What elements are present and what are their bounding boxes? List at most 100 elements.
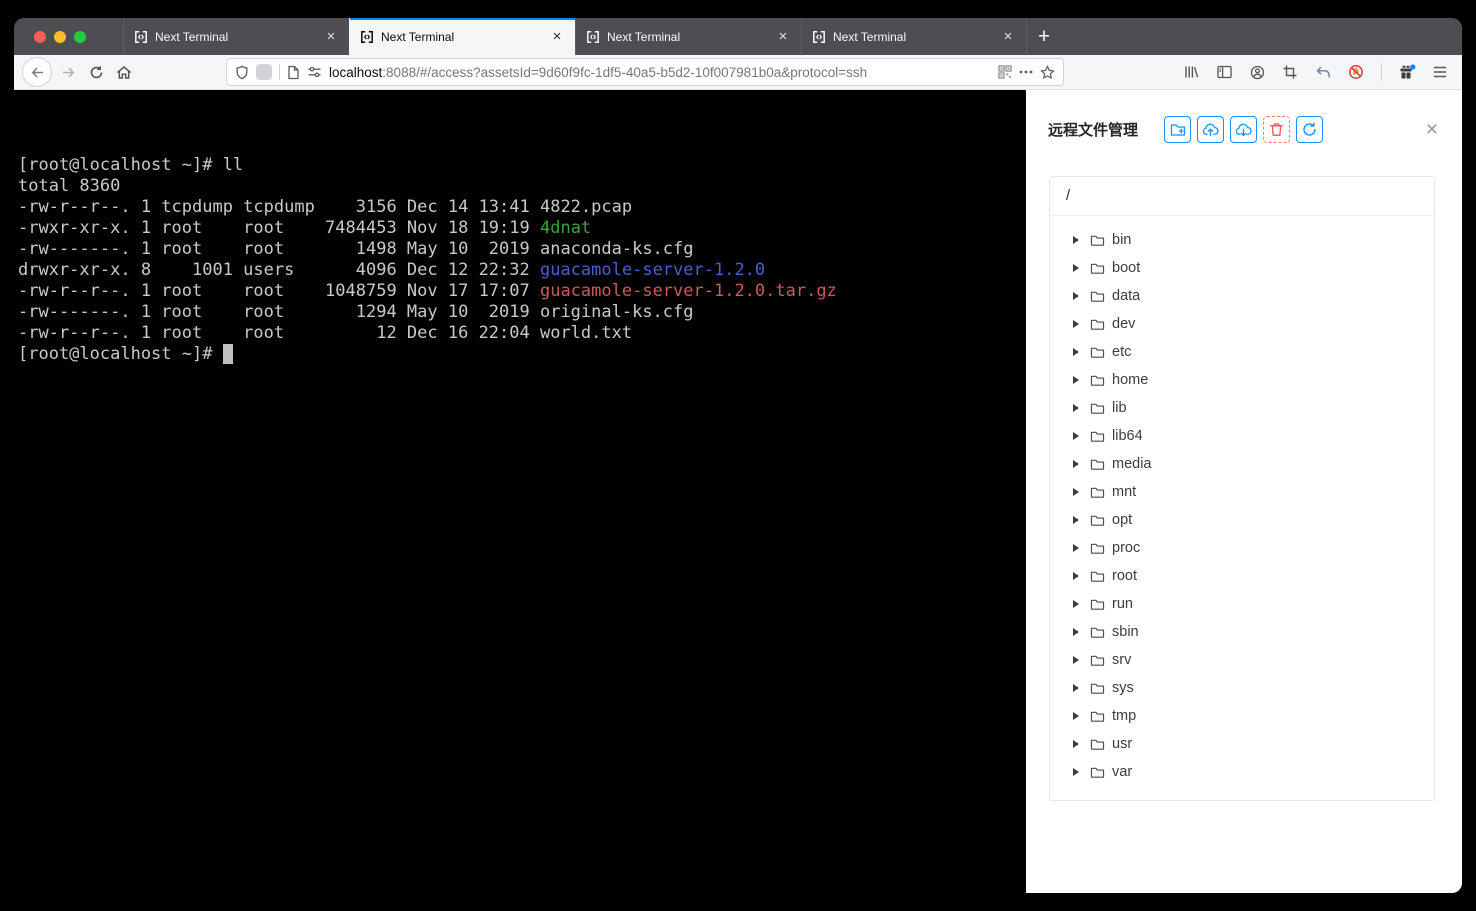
expand-caret-icon[interactable] (1064, 432, 1088, 440)
expand-caret-icon[interactable] (1064, 628, 1088, 636)
folder-name: dev (1112, 316, 1135, 332)
tree-item-sbin[interactable]: sbin (1050, 618, 1434, 646)
library-button[interactable] (1177, 58, 1205, 86)
back-button[interactable] (22, 57, 52, 87)
page-icon[interactable] (287, 65, 300, 80)
tree-item-dev[interactable]: dev (1050, 310, 1434, 338)
expand-caret-icon[interactable] (1064, 488, 1088, 496)
tab-bar: Next Terminal × Next Terminal × (14, 18, 1462, 55)
tree-item-root[interactable]: root (1050, 562, 1434, 590)
expand-caret-icon[interactable] (1064, 376, 1088, 384)
tree-item-home[interactable]: home (1050, 366, 1434, 394)
expand-caret-icon[interactable] (1064, 572, 1088, 580)
tree-item-lib64[interactable]: lib64 (1050, 422, 1434, 450)
tree-item-sys[interactable]: sys (1050, 674, 1434, 702)
url-host: localhost (329, 65, 382, 80)
folder-name: srv (1112, 652, 1131, 668)
expand-caret-icon[interactable] (1064, 236, 1088, 244)
permissions-icon[interactable] (307, 65, 322, 79)
tree-item-usr[interactable]: usr (1050, 730, 1434, 758)
new-folder-button[interactable] (1164, 116, 1191, 143)
expand-caret-icon[interactable] (1064, 404, 1088, 412)
tree-item-proc[interactable]: proc (1050, 534, 1434, 562)
browser-tab[interactable]: Next Terminal × (801, 18, 1027, 55)
page-actions-icon[interactable] (1019, 70, 1033, 74)
blocked-button[interactable] (1342, 58, 1370, 86)
forward-button[interactable] (54, 58, 82, 86)
tree-item-tmp[interactable]: tmp (1050, 702, 1434, 730)
folder-name: data (1112, 288, 1140, 304)
browser-tab[interactable]: Next Terminal × (349, 18, 575, 55)
expand-caret-icon[interactable] (1064, 320, 1088, 328)
download-button[interactable] (1230, 116, 1257, 143)
remote-file-manager-panel: 远程文件管理 × / (1026, 90, 1462, 893)
expand-caret-icon[interactable] (1064, 292, 1088, 300)
panel-close-icon[interactable]: × (1426, 121, 1438, 139)
tree-item-boot[interactable]: boot (1050, 254, 1434, 282)
folder-icon (1090, 262, 1105, 275)
current-path[interactable]: / (1050, 177, 1434, 216)
expand-caret-icon[interactable] (1064, 740, 1088, 748)
expand-caret-icon[interactable] (1064, 516, 1088, 524)
tree-item-etc[interactable]: etc (1050, 338, 1434, 366)
undo-icon (1316, 66, 1331, 79)
back-icon (30, 65, 45, 80)
shield-icon[interactable] (235, 65, 249, 80)
minimize-window-button[interactable] (54, 31, 66, 43)
expand-caret-icon[interactable] (1064, 264, 1088, 272)
folder-icon (1090, 766, 1105, 779)
extension-button[interactable] (1393, 58, 1421, 86)
tab-title: Next Terminal (381, 30, 542, 44)
ssh-terminal[interactable]: [root@localhost ~]# lltotal 8360-rw-r--r… (14, 90, 1026, 893)
tab-close-icon[interactable]: × (1000, 30, 1016, 44)
browser-tab[interactable]: Next Terminal × (575, 18, 801, 55)
terminal-line: [root@localhost ~]# (18, 344, 1026, 365)
menu-icon (1433, 66, 1447, 78)
tree-item-mnt[interactable]: mnt (1050, 478, 1434, 506)
terminal-line: -rw-r--r--. 1 root root 12 Dec 16 22:04 … (18, 323, 1026, 344)
expand-caret-icon[interactable] (1064, 768, 1088, 776)
url-bar[interactable]: localhost:8088/#/access?assetsId=9d60f9f… (226, 58, 1064, 86)
expand-caret-icon[interactable] (1064, 656, 1088, 664)
tree-item-lib[interactable]: lib (1050, 394, 1434, 422)
expand-caret-icon[interactable] (1064, 712, 1088, 720)
tree-item-media[interactable]: media (1050, 450, 1434, 478)
expand-caret-icon[interactable] (1064, 684, 1088, 692)
close-window-button[interactable] (34, 31, 46, 43)
screenshot-icon (1283, 65, 1297, 79)
sidebar-button[interactable] (1210, 58, 1238, 86)
new-tab-button[interactable]: + (1027, 18, 1061, 55)
file-tree-card: / bin (1049, 176, 1435, 801)
delete-button[interactable] (1263, 116, 1290, 143)
bookmark-star-icon[interactable] (1040, 65, 1055, 80)
terminal-line: -rw-------. 1 root root 1294 May 10 2019… (18, 302, 1026, 323)
tree-item-opt[interactable]: opt (1050, 506, 1434, 534)
tree-item-bin[interactable]: bin (1050, 226, 1434, 254)
menu-button[interactable] (1426, 58, 1454, 86)
maximize-window-button[interactable] (74, 31, 86, 43)
file-toolbar (1164, 116, 1323, 143)
account-button[interactable] (1243, 58, 1271, 86)
tree-item-data[interactable]: data (1050, 282, 1434, 310)
browser-tab[interactable]: Next Terminal × (123, 18, 349, 55)
tree-item-run[interactable]: run (1050, 590, 1434, 618)
tab-close-icon[interactable]: × (323, 30, 339, 44)
expand-caret-icon[interactable] (1064, 600, 1088, 608)
expand-caret-icon[interactable] (1064, 544, 1088, 552)
refresh-button[interactable] (1296, 116, 1323, 143)
tab-close-icon[interactable]: × (549, 30, 565, 44)
tab-close-icon[interactable]: × (775, 30, 791, 44)
blocked-icon (1348, 64, 1364, 80)
expand-caret-icon[interactable] (1064, 348, 1088, 356)
reload-button[interactable] (82, 58, 110, 86)
tree-item-srv[interactable]: srv (1050, 646, 1434, 674)
folder-icon (1090, 738, 1105, 751)
expand-caret-icon[interactable] (1064, 460, 1088, 468)
undo-button[interactable] (1309, 58, 1337, 86)
home-icon (116, 65, 132, 80)
home-button[interactable] (110, 58, 138, 86)
upload-button[interactable] (1197, 116, 1224, 143)
tree-item-var[interactable]: var (1050, 758, 1434, 786)
qr-extension-icon[interactable] (998, 65, 1012, 79)
screenshot-button[interactable] (1276, 58, 1304, 86)
